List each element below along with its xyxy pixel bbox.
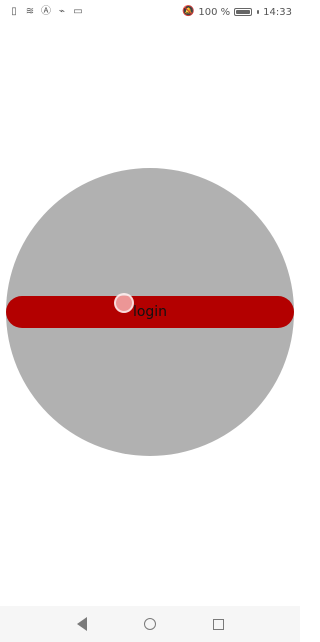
back-icon <box>77 617 87 631</box>
wifi-icon: ≋ <box>25 6 35 17</box>
status-bar: ▯ ≋ Ⓐ ⌁ ▭ 🔕 100 % 14:33 <box>0 0 300 24</box>
mute-icon: 🔕 <box>182 6 195 17</box>
app-screen: ▯ ≋ Ⓐ ⌁ ▭ 🔕 100 % 14:33 login <box>0 0 300 642</box>
battery-tip <box>257 10 260 14</box>
back-button[interactable] <box>68 610 96 638</box>
status-time: 14:33 <box>263 6 292 18</box>
sim-icon: ▯ <box>11 6 17 17</box>
battery-body <box>234 8 253 16</box>
card-icon: ▭ <box>73 6 83 17</box>
battery-fill <box>236 10 251 14</box>
login-button[interactable]: login <box>6 296 294 328</box>
recent-apps-icon <box>212 618 224 630</box>
nfc-icon: Ⓐ <box>41 6 51 17</box>
battery-percent: 100 % <box>198 6 231 18</box>
status-left: ▯ ≋ Ⓐ ⌁ ▭ <box>8 6 84 18</box>
home-button[interactable] <box>136 610 164 638</box>
touch-indicator <box>114 293 134 313</box>
battery-icon <box>234 8 260 16</box>
home-icon <box>144 618 156 630</box>
navigation-bar <box>0 606 300 642</box>
recent-apps-button[interactable] <box>204 610 232 638</box>
login-label: login <box>132 304 168 320</box>
status-right: 🔕 100 % 14:33 <box>182 6 292 18</box>
usb-icon: ⌁ <box>58 6 66 17</box>
